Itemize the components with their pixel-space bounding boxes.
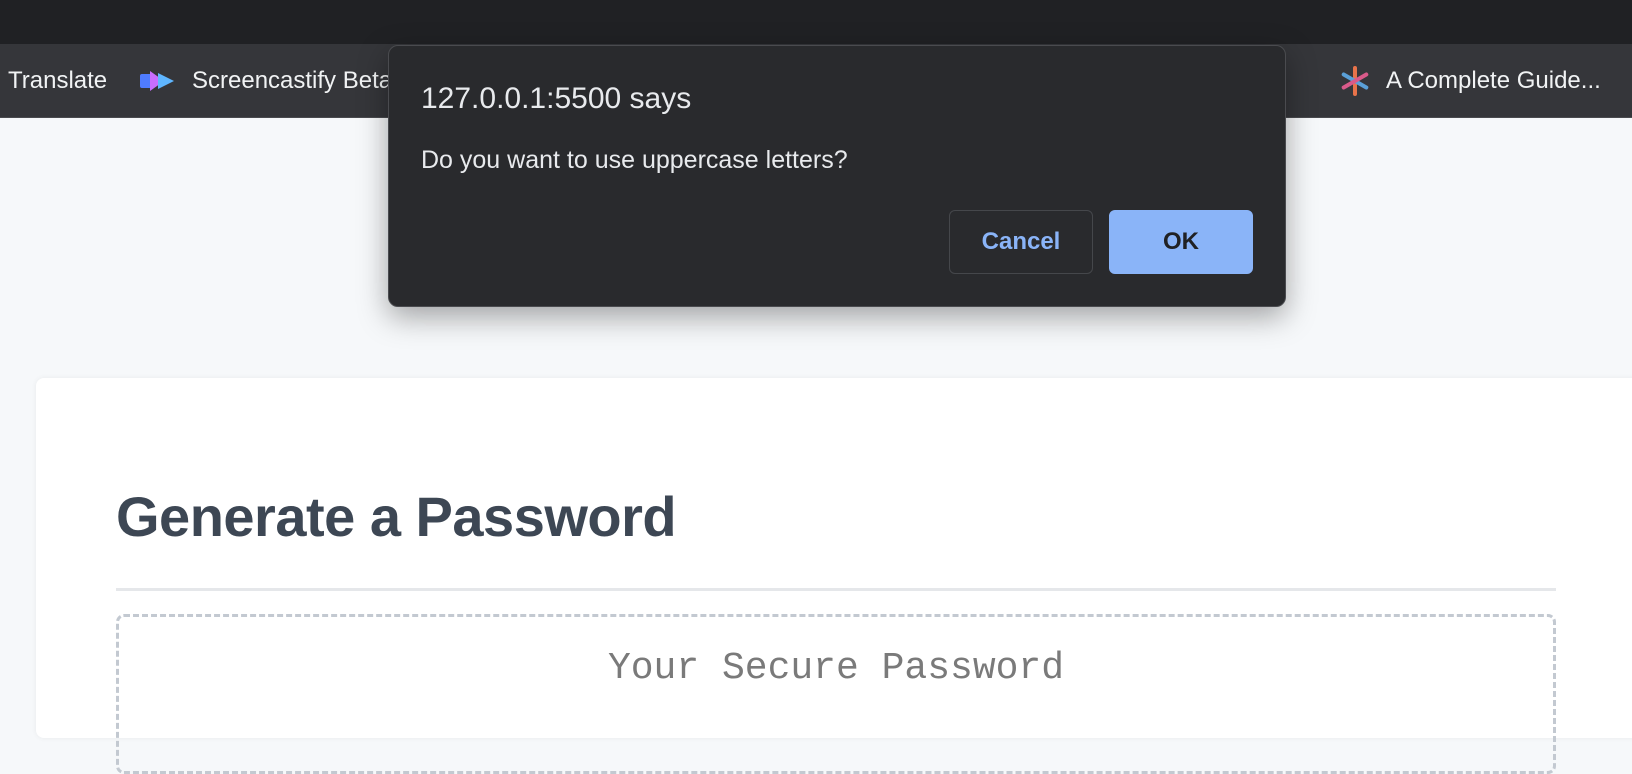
- asterisk-icon: [1341, 66, 1369, 96]
- bookmark-label: Translate: [8, 67, 108, 94]
- bookmark-complete-guide[interactable]: A Complete Guide...: [1340, 44, 1601, 118]
- bookmark-translate[interactable]: Translate: [8, 44, 107, 118]
- page-title: Generate a Password: [116, 485, 677, 548]
- bookmark-screencastify[interactable]: Screencastify Beta: [140, 44, 392, 118]
- cancel-button[interactable]: Cancel: [949, 210, 1093, 274]
- ok-button[interactable]: OK: [1109, 210, 1253, 274]
- password-output[interactable]: Your Secure Password: [116, 614, 1556, 774]
- dialog-title: 127.0.0.1:5500 says: [421, 82, 692, 115]
- password-placeholder: Your Secure Password: [607, 647, 1065, 690]
- password-card: Generate a Password Your Secure Password: [36, 378, 1632, 774]
- browser-title-bar: [0, 0, 1632, 44]
- dialog-message: Do you want to use uppercase letters?: [421, 146, 848, 174]
- divider: [116, 588, 1556, 591]
- screencastify-icon: [140, 69, 176, 93]
- bookmark-label: Screencastify Beta: [192, 67, 393, 94]
- bookmark-label: A Complete Guide...: [1386, 67, 1601, 94]
- confirm-dialog: 127.0.0.1:5500 says Do you want to use u…: [388, 45, 1286, 307]
